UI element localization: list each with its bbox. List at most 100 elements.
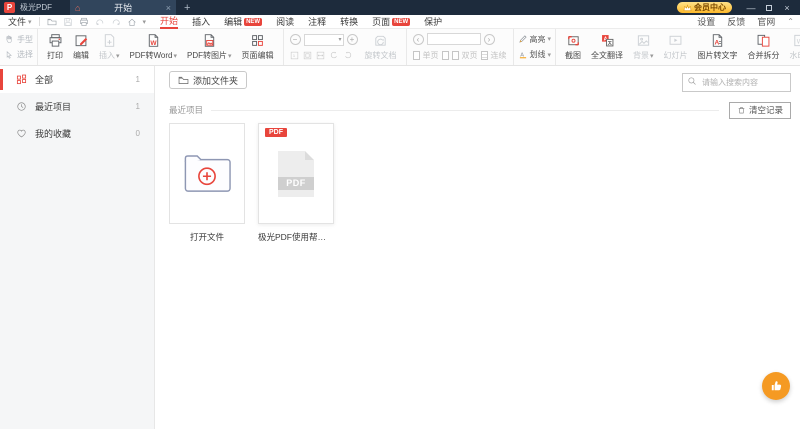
add-folder-button[interactable]: 添加文件夹 <box>169 71 248 89</box>
hand-tool-button[interactable]: 手型 <box>4 34 33 45</box>
pdf-to-word-button[interactable]: W PDF转Word ▾ <box>125 33 182 61</box>
quick-print-icon[interactable] <box>79 17 89 27</box>
card-label: 极光PDF使用帮助.pdf <box>258 232 334 242</box>
website-link[interactable]: 官网 <box>757 15 775 28</box>
rotate-right-button[interactable] <box>343 50 353 60</box>
recent-section-title: 最近项目 <box>169 105 204 115</box>
continuous-button[interactable]: 连续 <box>491 50 507 61</box>
two-page-icon[interactable] <box>451 50 459 60</box>
menubar: 文件 ▾ ▾ 开始 插入 编辑 NEW 阅读 注释 转换 页面 NEW 保护 设置 反… <box>0 15 800 29</box>
menu-tab-page[interactable]: 页面 NEW <box>372 15 411 29</box>
chevron-down-icon: ▾ <box>338 36 342 43</box>
chevron-down-icon: ▾ <box>547 36 552 44</box>
pdf-badge: PDF <box>265 128 287 137</box>
folder-icon <box>178 76 189 84</box>
sidebar-item-all[interactable]: 全部 1 <box>0 66 154 93</box>
background-icon <box>637 35 649 46</box>
new-tab-button[interactable]: + <box>184 2 190 14</box>
folder-plus-icon <box>184 154 231 192</box>
insert-icon <box>104 34 114 47</box>
underline-button[interactable]: A 划线 ▾ <box>518 49 552 60</box>
quick-access-caret[interactable]: ▾ <box>143 18 147 26</box>
select-tool-button[interactable]: 选择 <box>4 49 33 60</box>
member-center-button[interactable]: 会员中心 <box>677 2 732 13</box>
clear-history-button[interactable]: 清空记录 <box>728 101 791 119</box>
background-button: 背景 ▾ <box>628 33 659 61</box>
cursor-icon <box>6 50 12 59</box>
snip-button[interactable]: 截图 <box>560 33 586 61</box>
menu-tab-read[interactable]: 阅读 <box>276 15 294 29</box>
redo-icon <box>112 19 120 25</box>
grid-icon <box>16 74 27 85</box>
two-page-button[interactable]: 双页 <box>462 50 478 61</box>
item-count: 0 <box>135 129 140 138</box>
actual-size-button[interactable]: 1 <box>290 51 299 60</box>
chevron-down-icon: ▾ <box>173 52 177 60</box>
highlight-button[interactable]: 高亮 ▾ <box>518 34 552 45</box>
translate-icon: A <box>601 35 613 47</box>
print-button[interactable]: 打印 <box>42 33 68 61</box>
rotate-left-button[interactable] <box>329 50 339 60</box>
menu-tab-protect[interactable]: 保护 <box>424 15 442 29</box>
titlebar: P 极光PDF ⌂ 开始 × + 会员中心 — × <box>0 0 800 15</box>
menu-tab-edit[interactable]: 编辑 NEW <box>224 15 263 29</box>
menu-tab-insert[interactable]: 插入 <box>192 15 210 29</box>
fit-width-button[interactable] <box>316 51 325 60</box>
merge-split-button[interactable]: 合并拆分 <box>743 33 785 61</box>
zoom-level-select[interactable]: ▾ <box>303 33 344 46</box>
pdf-to-image-icon <box>204 34 214 47</box>
zoom-out-button[interactable]: − <box>289 34 301 46</box>
fit-page-button[interactable] <box>303 51 312 60</box>
printer-icon <box>49 34 61 47</box>
home-icon[interactable] <box>127 17 137 27</box>
two-page-icon[interactable] <box>441 50 449 60</box>
file-menu[interactable]: 文件 ▾ <box>8 15 32 28</box>
divider <box>38 17 40 26</box>
maximize-button[interactable] <box>760 3 778 13</box>
menu-tab-start[interactable]: 开始 <box>160 15 179 29</box>
collapse-ribbon-button[interactable]: ⌃ <box>787 17 794 26</box>
pdf-file-card[interactable]: PDF PDF 极光PDF使用帮助.pdf <box>258 123 334 243</box>
settings-link[interactable]: 设置 <box>697 15 715 28</box>
single-page-button[interactable]: 单页 <box>423 50 439 61</box>
tab-close-icon[interactable]: × <box>166 3 171 13</box>
prev-page-button[interactable]: ‹ <box>412 33 424 45</box>
menu-tab-annotate[interactable]: 注释 <box>308 15 326 29</box>
hand-icon <box>6 35 12 44</box>
app-window: P 极光PDF ⌂ 开始 × + 会员中心 — × 文件 ▾ ▾ 开始 插入 编… <box>0 0 800 429</box>
menu-tab-convert[interactable]: 转换 <box>340 15 358 29</box>
rotate-doc-button: 旋转文档 <box>360 33 402 61</box>
feedback-fab[interactable] <box>762 372 790 400</box>
open-file-icon[interactable] <box>47 17 57 27</box>
trash-icon <box>738 106 745 113</box>
heart-icon <box>17 129 26 138</box>
search-input[interactable] <box>682 73 791 92</box>
app-logo: P <box>4 2 15 13</box>
sidebar-item-favorites[interactable]: 我的收藏 0 <box>0 120 154 147</box>
single-page-icon[interactable] <box>412 50 420 60</box>
next-page-button[interactable]: › <box>483 33 495 45</box>
image-to-text-button[interactable]: A 图片转文字 <box>693 33 743 61</box>
highlighter-icon <box>518 35 527 43</box>
open-file-card[interactable]: 打开文件 <box>169 123 245 243</box>
translate-button[interactable]: A 全文翻译 <box>586 33 628 61</box>
zoom-in-button[interactable]: + <box>346 34 358 46</box>
document-tab[interactable]: ⌂ 开始 × <box>70 0 176 15</box>
pdf-to-image-button[interactable]: PDF转图片 ▾ <box>182 33 237 61</box>
card-label: 打开文件 <box>189 232 224 242</box>
pdf-file-icon: PDF <box>278 150 314 197</box>
page-number-input[interactable] <box>426 33 481 46</box>
chevron-down-icon: ▾ <box>547 51 552 59</box>
minimize-button[interactable]: — <box>742 3 760 13</box>
page-edit-button[interactable]: 页面编辑 <box>237 33 279 61</box>
edit-button[interactable]: 编辑 <box>68 33 94 61</box>
edit-icon <box>75 35 87 47</box>
feedback-link[interactable]: 反馈 <box>727 15 745 28</box>
new-badge: NEW <box>392 17 411 26</box>
pdf-to-word-icon: W <box>148 34 158 47</box>
sidebar-item-recent[interactable]: 最近项目 1 <box>0 93 154 120</box>
continuous-icon[interactable] <box>480 50 488 60</box>
ribbon-tabs: 开始 插入 编辑 NEW 阅读 注释 转换 页面 NEW 保护 <box>160 15 442 29</box>
underline-icon: A <box>519 52 526 59</box>
close-button[interactable]: × <box>778 3 796 13</box>
